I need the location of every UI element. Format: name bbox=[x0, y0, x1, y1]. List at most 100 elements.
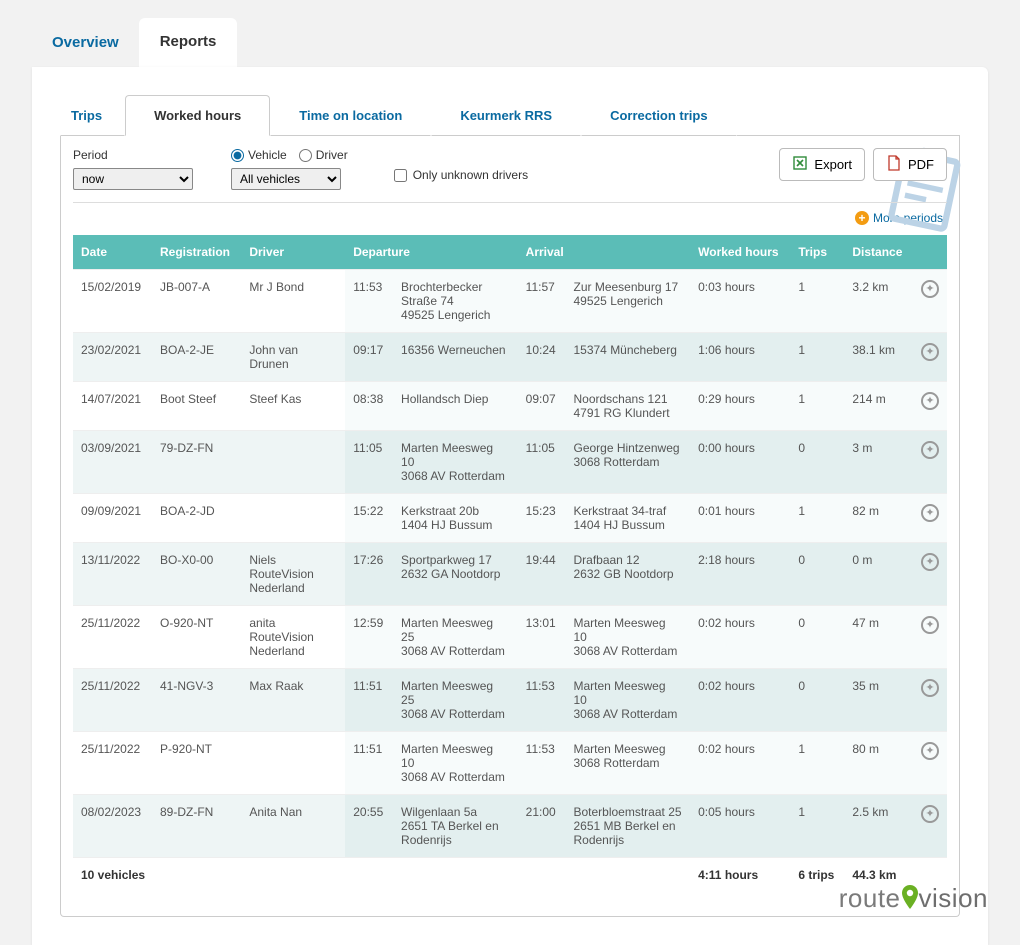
table-row: 25/11/202241-NGV-3Max Raak11:51Marten Me… bbox=[73, 669, 947, 732]
col-registration[interactable]: Registration bbox=[152, 235, 241, 270]
cell-driver bbox=[241, 431, 345, 494]
group-driver-label[interactable]: Driver bbox=[316, 148, 348, 162]
group-vehicle-radio[interactable] bbox=[231, 149, 244, 162]
target-icon[interactable]: ✦ bbox=[921, 805, 939, 823]
cell-worked: 0:03 hours bbox=[690, 270, 790, 333]
cell-trips: 1 bbox=[790, 732, 844, 795]
cell-distance: 2.5 km bbox=[844, 795, 913, 858]
cell-date: 08/02/2023 bbox=[73, 795, 152, 858]
tab-reports[interactable]: Reports bbox=[139, 18, 238, 67]
cell-worked: 1:06 hours bbox=[690, 333, 790, 382]
cell-worked: 0:29 hours bbox=[690, 382, 790, 431]
cell-dep-time: 08:38 bbox=[345, 382, 393, 431]
cell-arr-addr: Marten Meesweg3068 Rotterdam bbox=[565, 732, 690, 795]
cell-date: 14/07/2021 bbox=[73, 382, 152, 431]
cell-registration: JB-007-A bbox=[152, 270, 241, 333]
pdf-icon bbox=[886, 155, 902, 174]
table-row: 13/11/2022BO-X0-00Niels RouteVision Nede… bbox=[73, 543, 947, 606]
group-vehicle-label[interactable]: Vehicle bbox=[248, 148, 287, 162]
cell-date: 09/09/2021 bbox=[73, 494, 152, 543]
target-icon[interactable]: ✦ bbox=[921, 742, 939, 760]
cell-arr-time: 21:00 bbox=[518, 795, 566, 858]
table-row: 03/09/202179-DZ-FN11:05Marten Meesweg 10… bbox=[73, 431, 947, 494]
unknown-drivers-checkbox[interactable] bbox=[394, 169, 407, 182]
cell-trips: 0 bbox=[790, 669, 844, 732]
export-button[interactable]: Export bbox=[779, 148, 865, 181]
target-icon[interactable]: ✦ bbox=[921, 441, 939, 459]
cell-arr-time: 13:01 bbox=[518, 606, 566, 669]
col-worked[interactable]: Worked hours bbox=[690, 235, 790, 270]
cell-distance: 3 m bbox=[844, 431, 913, 494]
cell-worked: 0:02 hours bbox=[690, 669, 790, 732]
cell-arr-addr: 15374 Müncheberg bbox=[565, 333, 690, 382]
footer-logo: route vision bbox=[839, 883, 988, 914]
table-row: 14/07/2021Boot SteefSteef Kas08:38Hollan… bbox=[73, 382, 947, 431]
cell-dep-time: 09:17 bbox=[345, 333, 393, 382]
cell-driver: Mr J Bond bbox=[241, 270, 345, 333]
cell-registration: 41-NGV-3 bbox=[152, 669, 241, 732]
cell-date: 15/02/2019 bbox=[73, 270, 152, 333]
cell-arr-time: 11:57 bbox=[518, 270, 566, 333]
cell-distance: 0 m bbox=[844, 543, 913, 606]
target-icon[interactable]: ✦ bbox=[921, 343, 939, 361]
reports-card: Trips Worked hours Time on location Keur… bbox=[32, 67, 988, 945]
map-pin-icon bbox=[903, 883, 917, 914]
worked-hours-table: Date Registration Driver Departure Arriv… bbox=[73, 235, 947, 892]
col-departure[interactable]: Departure bbox=[345, 235, 517, 270]
summary-row: 10 vehicles 4:11 hours 6 trips 44.3 km bbox=[73, 858, 947, 893]
cell-dep-addr: 16356 Werneuchen bbox=[393, 333, 518, 382]
cell-dep-time: 12:59 bbox=[345, 606, 393, 669]
target-icon[interactable]: ✦ bbox=[921, 616, 939, 634]
target-icon[interactable]: ✦ bbox=[921, 392, 939, 410]
cell-arr-addr: Noordschans 1214791 RG Klundert bbox=[565, 382, 690, 431]
cell-dep-time: 11:05 bbox=[345, 431, 393, 494]
target-icon[interactable]: ✦ bbox=[921, 553, 939, 571]
col-distance[interactable]: Distance bbox=[844, 235, 913, 270]
col-trips[interactable]: Trips bbox=[790, 235, 844, 270]
cell-distance: 38.1 km bbox=[844, 333, 913, 382]
cell-arr-time: 11:53 bbox=[518, 669, 566, 732]
unknown-drivers-label[interactable]: Only unknown drivers bbox=[413, 168, 528, 182]
vehicles-select[interactable]: All vehicles bbox=[231, 168, 341, 190]
col-driver[interactable]: Driver bbox=[241, 235, 345, 270]
subtab-correction-trips[interactable]: Correction trips bbox=[581, 95, 737, 136]
tab-overview[interactable]: Overview bbox=[32, 20, 139, 67]
period-label: Period bbox=[73, 148, 193, 162]
cell-distance: 214 m bbox=[844, 382, 913, 431]
subtab-time-on-location[interactable]: Time on location bbox=[270, 95, 431, 136]
table-row: 25/11/2022O-920-NTanita RouteVision Nede… bbox=[73, 606, 947, 669]
cell-arr-addr: Zur Meesenburg 1749525 Lengerich bbox=[565, 270, 690, 333]
cell-arr-time: 15:23 bbox=[518, 494, 566, 543]
table-row: 08/02/202389-DZ-FNAnita Nan20:55Wilgenla… bbox=[73, 795, 947, 858]
period-select[interactable]: now bbox=[73, 168, 193, 190]
cell-registration: O-920-NT bbox=[152, 606, 241, 669]
cell-dep-addr: Marten Meesweg 103068 AV Rotterdam bbox=[393, 431, 518, 494]
cell-registration: BOA-2-JD bbox=[152, 494, 241, 543]
cell-date: 25/11/2022 bbox=[73, 669, 152, 732]
cell-trips: 0 bbox=[790, 543, 844, 606]
cell-arr-addr: Drafbaan 122632 GB Nootdorp bbox=[565, 543, 690, 606]
group-driver-radio[interactable] bbox=[299, 149, 312, 162]
cell-date: 03/09/2021 bbox=[73, 431, 152, 494]
cell-dep-addr: Hollandsch Diep bbox=[393, 382, 518, 431]
cell-worked: 0:02 hours bbox=[690, 732, 790, 795]
cell-dep-addr: Kerkstraat 20b1404 HJ Bussum bbox=[393, 494, 518, 543]
subtab-worked-hours[interactable]: Worked hours bbox=[125, 95, 270, 136]
pdf-button[interactable]: PDF bbox=[873, 148, 947, 181]
cell-trips: 1 bbox=[790, 333, 844, 382]
target-icon[interactable]: ✦ bbox=[921, 280, 939, 298]
plus-circle-icon: + bbox=[855, 211, 869, 225]
table-row: 09/09/2021BOA-2-JD15:22Kerkstraat 20b140… bbox=[73, 494, 947, 543]
cell-worked: 0:00 hours bbox=[690, 431, 790, 494]
cell-trips: 1 bbox=[790, 795, 844, 858]
cell-registration: BO-X0-00 bbox=[152, 543, 241, 606]
cell-dep-time: 11:53 bbox=[345, 270, 393, 333]
target-icon[interactable]: ✦ bbox=[921, 504, 939, 522]
cell-dep-addr: Marten Meesweg 253068 AV Rotterdam bbox=[393, 606, 518, 669]
subtab-keurmerk-rrs[interactable]: Keurmerk RRS bbox=[431, 95, 581, 136]
col-arrival[interactable]: Arrival bbox=[518, 235, 690, 270]
more-periods-link[interactable]: + More periods bbox=[855, 211, 943, 225]
subtab-trips[interactable]: Trips bbox=[60, 95, 125, 136]
col-date[interactable]: Date bbox=[73, 235, 152, 270]
target-icon[interactable]: ✦ bbox=[921, 679, 939, 697]
